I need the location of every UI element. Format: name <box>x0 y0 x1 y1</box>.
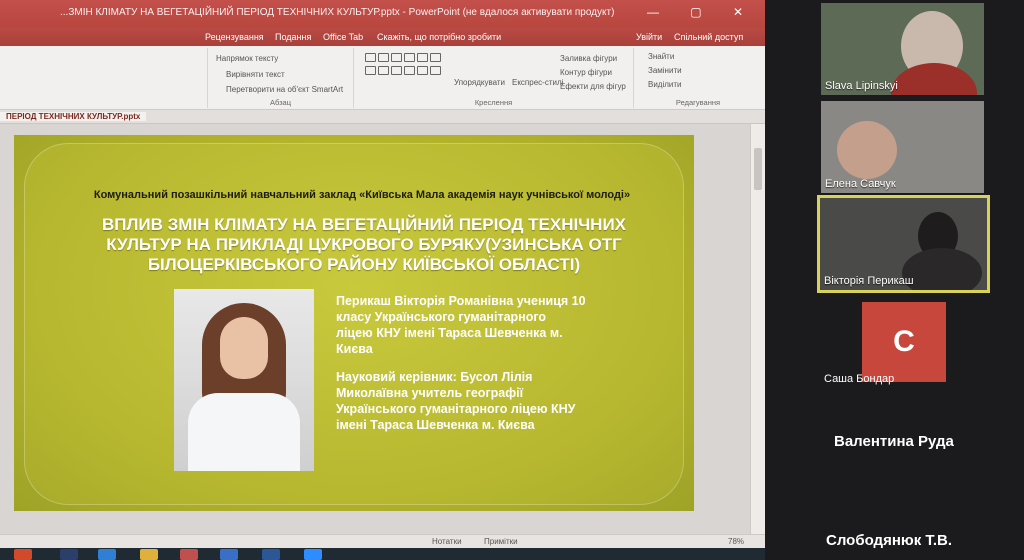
institution-text: Комунальний позашкільний навчальний закл… <box>93 189 631 201</box>
participant-name: Елена Савчук <box>825 178 896 190</box>
taskbar-app-icon[interactable] <box>304 549 322 560</box>
convert-smartart-button[interactable]: Перетворити на об'єкт SmartArt <box>226 85 343 94</box>
participant-video <box>902 248 982 290</box>
participant-tile[interactable]: Slava Lipinskyi <box>821 3 984 95</box>
participant-name[interactable]: Слободянюк Т.В. <box>826 532 952 549</box>
align-text-button[interactable]: Вирівняти текст <box>226 70 285 79</box>
taskbar-app-icon[interactable] <box>98 549 116 560</box>
taskbar-app-icon[interactable] <box>220 549 238 560</box>
slide[interactable]: Комунальний позашкільний навчальний закл… <box>14 135 694 511</box>
author-photo <box>174 289 314 471</box>
participant-name: Саша Бондар <box>824 373 895 385</box>
taskbar-app-icon[interactable] <box>180 549 198 560</box>
drawing-group-label: Креслення <box>474 98 513 107</box>
comments-button[interactable]: Примітки <box>484 537 518 546</box>
slide-title: ВПЛИВ ЗМІН КЛІМАТУ НА ВЕГЕТАЦІЙНИЙ ПЕРІО… <box>101 215 627 274</box>
shape-outline-button[interactable]: Контур фігури <box>560 68 612 77</box>
sign-in-link[interactable]: Увійти <box>636 32 662 42</box>
ribbon-group-font <box>0 48 208 108</box>
text-direction-button[interactable]: Напрямок тексту <box>216 54 278 63</box>
participant-tile-active[interactable]: Вікторія Перикаш <box>817 195 990 293</box>
notes-button[interactable]: Нотатки <box>432 537 462 546</box>
share-button[interactable]: Спільний доступ <box>674 32 743 42</box>
status-bar: Нотатки Примітки 78% <box>0 534 765 548</box>
window-title: ...ЗМІН КЛІМАТУ НА ВЕГЕТАЦІЙНИЙ ПЕРІОД Т… <box>60 7 615 18</box>
author-text: Перикаш Вікторія Романівна учениця 10 кл… <box>336 294 586 356</box>
shape-fill-button[interactable]: Заливка фігури <box>560 54 617 63</box>
taskbar-app-icon[interactable] <box>14 549 32 560</box>
scrollbar-thumb[interactable] <box>754 148 762 190</box>
ribbon: Напрямок тексту Вирівняти текст Перетвор… <box>0 46 765 110</box>
tab-view[interactable]: Подання <box>275 32 311 42</box>
shapes-gallery[interactable] <box>364 52 450 88</box>
taskbar <box>0 548 765 560</box>
taskbar-app-icon[interactable] <box>262 549 280 560</box>
window-controls[interactable]: — ▢ ✕ <box>647 5 757 19</box>
slide-frame: Комунальний позашкільний навчальний закл… <box>24 143 684 505</box>
title-bar: ...ЗМІН КЛІМАТУ НА ВЕГЕТАЦІЙНИЙ ПЕРІОД Т… <box>0 0 765 28</box>
replace-button[interactable]: Замінити <box>648 66 682 75</box>
vertical-scrollbar[interactable] <box>750 124 765 534</box>
ribbon-group-editing: Знайти Замінити Виділити Редагування <box>634 48 762 108</box>
ribbon-tabs: Рецензування Подання Office Tab Скажіть,… <box>0 28 765 46</box>
taskbar-app-icon[interactable] <box>60 549 78 560</box>
shape-effects-button[interactable]: Ефекти для фігур <box>560 82 626 91</box>
document-tab-bar: ПЕРІОД ТЕХНІЧНИХ КУЛЬТУР.pptx <box>0 110 765 124</box>
editing-group-label: Редагування <box>675 98 721 107</box>
participant-name[interactable]: Валентина Руда <box>834 433 954 450</box>
tell-me-search[interactable]: Скажіть, що потрібно зробити <box>377 32 501 42</box>
select-button[interactable]: Виділити <box>648 80 682 89</box>
screen: ...ЗМІН КЛІМАТУ НА ВЕГЕТАЦІЙНИЙ ПЕРІОД Т… <box>0 0 1024 560</box>
powerpoint-window: ...ЗМІН КЛІМАТУ НА ВЕГЕТАЦІЙНИЙ ПЕРІОД Т… <box>0 0 765 560</box>
find-button[interactable]: Знайти <box>648 52 674 61</box>
tab-office-tab[interactable]: Office Tab <box>323 32 363 42</box>
avatar[interactable]: С <box>862 302 946 382</box>
mentor-text: Науковий керівник: Бусол Лілія Миколаївн… <box>336 370 576 432</box>
ribbon-group-paragraph: Напрямок тексту Вирівняти текст Перетвор… <box>208 48 354 108</box>
taskbar-app-icon[interactable] <box>140 549 158 560</box>
participant-video <box>837 121 897 179</box>
quick-styles-button[interactable]: Експрес-стилі <box>512 78 563 87</box>
participant-tile[interactable]: Елена Савчук <box>821 101 984 193</box>
arrange-button[interactable]: Упорядкувати <box>454 78 505 87</box>
paragraph-group-label: Абзац <box>269 98 292 107</box>
document-tab[interactable]: ПЕРІОД ТЕХНІЧНИХ КУЛЬТУР.pptx <box>0 112 147 121</box>
participant-name: Slava Lipinskyi <box>825 80 898 92</box>
zoom-level[interactable]: 78% <box>728 537 744 546</box>
tab-review[interactable]: Рецензування <box>205 32 264 42</box>
participant-video <box>891 63 977 95</box>
participant-name: Вікторія Перикаш <box>824 275 914 287</box>
